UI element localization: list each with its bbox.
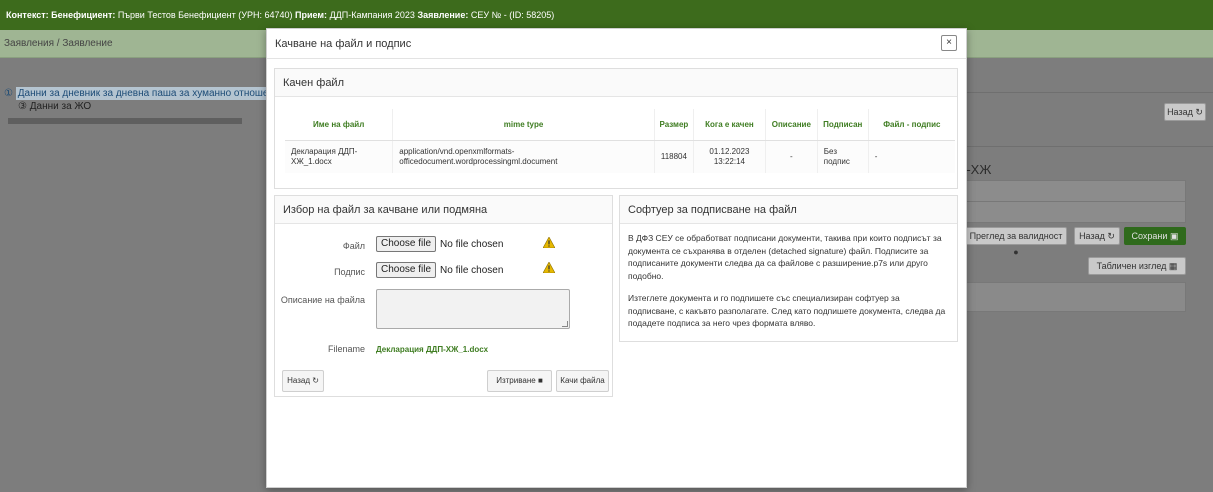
horizontal-scrollbar[interactable] [8,118,242,124]
tree-panel: ① Данни за дневник за дневна паша за хум… [0,80,288,140]
description-label: Описание на файла [280,295,365,305]
back-button[interactable]: Назад ↻ [282,370,324,392]
signature-label: Подпис [334,267,365,277]
beneficiary-value: Първи Тестов Бенефициент (УРН: 64740) [117,10,293,20]
close-button[interactable]: × [941,35,957,51]
divider [958,146,1213,147]
save-label: Сохрани [1131,231,1168,241]
cell-filename: Декларация ДДП-ХЖ_1.docx [285,140,394,173]
application-label: Заявление: [417,10,469,20]
software-paragraph: В ДФЗ СЕУ се обработват подписани докуме… [628,233,942,281]
warning-icon [543,237,555,248]
col-mime: mime type [392,109,655,141]
software-text: В ДФЗ СЕУ се обработват подписани докуме… [628,232,948,340]
choose-signature-button[interactable]: Choose file [376,262,437,278]
trash-icon: ■ [537,376,543,385]
software-panel: Софтуер за подписване на файл В ДФЗ СЕУ … [619,195,958,342]
tree-item-label[interactable]: Данни за ЖО [30,101,91,112]
choose-file-button[interactable]: Choose file [376,236,437,252]
background-field [958,180,1186,202]
warning-icon [543,262,555,273]
table-view-button[interactable]: Табличен изглед ▦ [1088,257,1186,275]
tree-item-label[interactable]: Данни за дневник за дневна паша за хуман… [15,87,288,100]
filename-label: Filename [327,344,365,354]
back-label: Назад [1079,231,1105,241]
delete-label: Изтриване [496,376,536,385]
context-label: Контекст: [6,10,49,20]
tree-item-marker: ③ [18,101,27,112]
col-uploaded-at: Кога е качен [693,109,766,141]
save-button[interactable]: Сохрани ▣ [1124,227,1186,245]
no-file-text: No file chosen [440,238,504,250]
software-paragraph: Изтеглете документа и го подпишете със с… [628,293,946,328]
background-back-button[interactable]: Назад ↻ [1164,103,1206,121]
upload-button[interactable]: Качи файла [556,370,609,392]
validity-check-button[interactable]: Преглед за валидност ● [965,227,1067,257]
col-filename: Име на файл [285,109,394,141]
floppy-icon: ▣ [1169,231,1179,241]
uploaded-file-title: Качен файл [275,69,957,97]
cell-signature-file: - [868,140,955,173]
col-signature-file: Файл - подпис [868,109,955,141]
no-file-text: No file chosen [440,264,504,276]
background-back-button-2[interactable]: Назад ↻ [1074,227,1120,245]
undo-icon: ↻ [1107,231,1115,241]
tree-item-marker: ① [4,88,13,99]
intake-value: ДДП-Кампания 2023 [329,10,415,20]
select-file-panel: Избор на файл за качване или подмяна Фай… [274,195,613,397]
beneficiary-label: Бенефициент: [51,10,116,20]
table-row: Декларация ДДП-ХЖ_1.docx application/vnd… [285,140,955,173]
upload-label: Качи файла [560,376,605,385]
check-circle-icon: ● [1013,247,1019,257]
back-label: Назад [287,376,310,385]
cell-uploaded-at: 01.12.2023 13:22:14 [693,140,766,173]
uploaded-files-table: Име на файл mime type Размер Кога е каче… [285,109,955,173]
tree-item-animals[interactable]: ③ Данни за ЖО [18,101,91,112]
background-field [958,201,1186,223]
table-icon: ▦ [1168,261,1178,271]
cell-signed: Без подпис [817,140,869,173]
software-title: Софтуер за подписване на файл [620,196,957,224]
intake-label: Прием: [295,10,328,20]
col-signed: Подписан [817,109,869,141]
undo-icon: ↻ [1195,107,1203,117]
signature-input[interactable]: Choose file No file chosen [376,262,503,278]
breadcrumb-text[interactable]: Заявления / Заявление [4,38,113,49]
context-bar: Контекст: Бенефициент: Първи Тестов Бене… [0,0,1213,30]
file-label: Файл [342,241,365,251]
resize-grip-icon[interactable] [562,321,568,327]
filename-value: Декларация ДДП-ХЖ_1.docx [376,345,489,354]
undo-icon: ↻ [312,376,319,385]
upload-modal: Качване на файл и подпис × Качен файл Им… [266,28,967,488]
tree-item-daily-pasture[interactable]: ① Данни за дневник за дневна паша за хум… [4,87,288,100]
cell-size: 118804 [654,140,694,173]
table-view-label: Табличен изглед [1096,261,1167,271]
background-box [958,282,1186,312]
col-description: Описание [765,109,818,141]
cell-description: - [765,140,818,173]
validity-label: Преглед за валидност [969,231,1063,241]
divider [958,92,1213,93]
application-value: СЕУ № - (ID: 58205) [470,10,555,20]
modal-title: Качване на файл и подпис [275,38,412,50]
select-file-title: Избор на файл за качване или подмяна [275,196,612,224]
col-size: Размер [654,109,694,141]
uploaded-file-panel: Качен файл Име на файл mime type Размер … [274,68,958,189]
back-label: Назад [1167,107,1193,117]
description-textarea[interactable] [376,289,570,329]
modal-header: Качване на файл и подпис × [267,29,966,59]
file-input[interactable]: Choose file No file chosen [376,236,503,252]
close-icon: × [946,37,952,48]
delete-button[interactable]: Изтриване ■ [487,370,552,392]
cell-mime: application/vnd.openxmlformats-officedoc… [392,140,655,173]
